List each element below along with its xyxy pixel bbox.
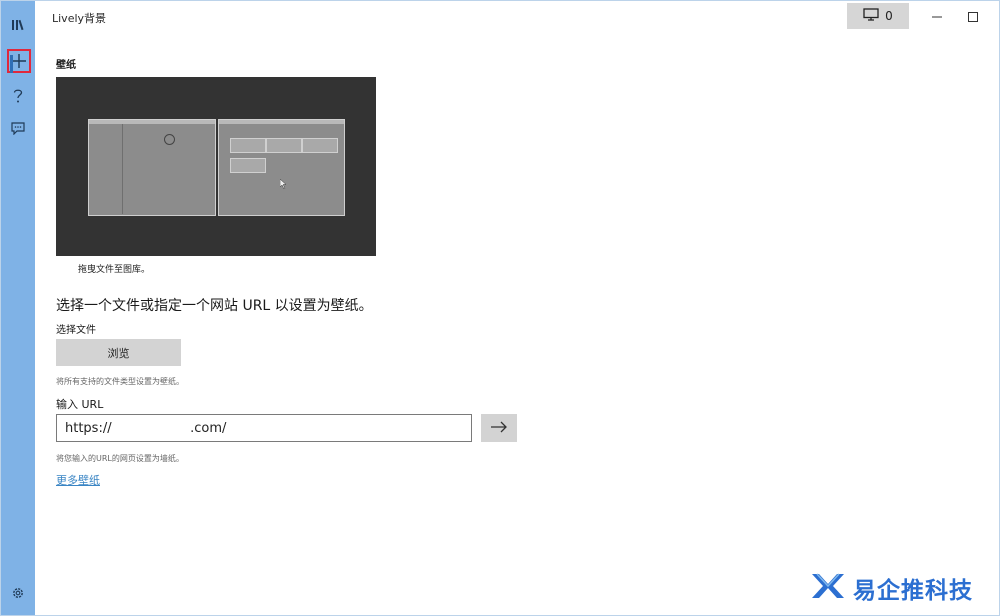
gear-icon <box>11 586 25 600</box>
file-hint: 将所有支持的文件类型设置为壁纸。 <box>56 377 184 386</box>
drop-preview[interactable] <box>56 77 376 256</box>
url-hint: 将您输入的URL的网页设置为墙纸。 <box>56 454 184 463</box>
nav-help-button[interactable] <box>1 81 35 111</box>
arrow-right-icon <box>490 421 508 436</box>
preview-caption: 拖曳文件至图库。 <box>78 265 151 275</box>
instruction-heading: 选择一个文件或指定一个网站 URL 以设置为壁纸。 <box>56 298 373 314</box>
nav-add-button[interactable] <box>7 49 31 73</box>
monitor-icon <box>863 8 879 24</box>
nav-settings-button[interactable] <box>1 578 35 608</box>
monitor-count: 0 <box>885 9 893 23</box>
browse-button[interactable]: 浏览 <box>56 339 181 366</box>
url-input[interactable] <box>56 414 472 442</box>
preview-window-right <box>218 119 345 216</box>
section-title: 壁纸 <box>56 60 76 71</box>
watermark-text: 易企推科技 <box>853 578 973 604</box>
help-icon <box>12 88 24 104</box>
watermark: 易企推科技 <box>809 569 973 607</box>
chat-icon <box>11 121 25 135</box>
minimize-button[interactable] <box>917 3 957 29</box>
library-icon <box>11 19 25 31</box>
go-button[interactable] <box>481 414 517 442</box>
window-title: Lively背景 <box>52 12 107 25</box>
more-wallpapers-link[interactable]: 更多壁纸 <box>56 472 100 488</box>
nav-feedback-button[interactable] <box>1 113 35 143</box>
preview-window-left <box>88 119 216 216</box>
app-window: Lively背景 0 壁纸 拖曳文件至图库。 选择一个文件或指定一个网站 URL… <box>0 0 1000 616</box>
cursor-icon <box>279 174 287 193</box>
plus-icon <box>11 53 27 69</box>
watermark-logo <box>809 568 847 608</box>
maximize-button[interactable] <box>953 3 993 29</box>
nav-library-button[interactable] <box>1 10 35 40</box>
nav-rail <box>1 1 35 615</box>
monitor-button[interactable]: 0 <box>847 3 909 29</box>
minimize-icon <box>932 7 942 26</box>
file-label: 选择文件 <box>56 325 96 336</box>
url-label: 输入 URL <box>56 398 104 411</box>
maximize-icon <box>968 7 978 26</box>
title-bar: Lively背景 0 <box>35 1 999 33</box>
close-button[interactable] <box>989 3 999 29</box>
